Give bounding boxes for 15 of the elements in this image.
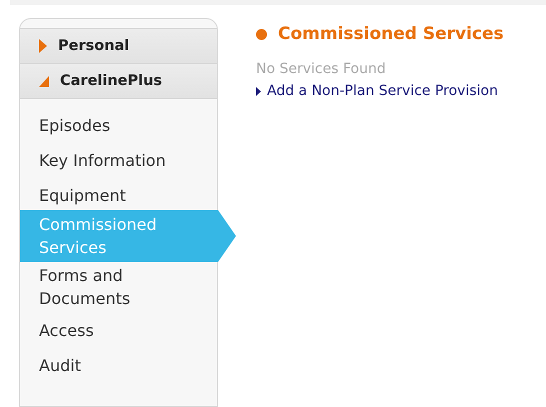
triangle-icon: [256, 86, 261, 96]
sidebar-item[interactable]: Audit: [20, 351, 236, 380]
sidebar-item[interactable]: Episodes: [20, 111, 236, 140]
collapsed-triangle-icon: [39, 39, 47, 53]
sidebar-item[interactable]: Equipment: [20, 181, 236, 210]
page-title: Commissioned Services: [278, 24, 504, 44]
expanded-triangle-icon: [39, 76, 49, 86]
section-header[interactable]: CarelinePlus: [20, 63, 217, 99]
empty-message: No Services Found: [256, 61, 387, 77]
add-link[interactable]: Add a Non-Plan Service Provision: [256, 83, 498, 99]
sidebar-item[interactable]: Key Information: [20, 146, 236, 175]
sidebar-item[interactable]: Access: [20, 316, 236, 345]
section-header[interactable]: Personal: [20, 28, 217, 63]
sidebar-item[interactable]: Forms and Documents: [20, 264, 236, 310]
bullet-icon: [256, 28, 267, 40]
